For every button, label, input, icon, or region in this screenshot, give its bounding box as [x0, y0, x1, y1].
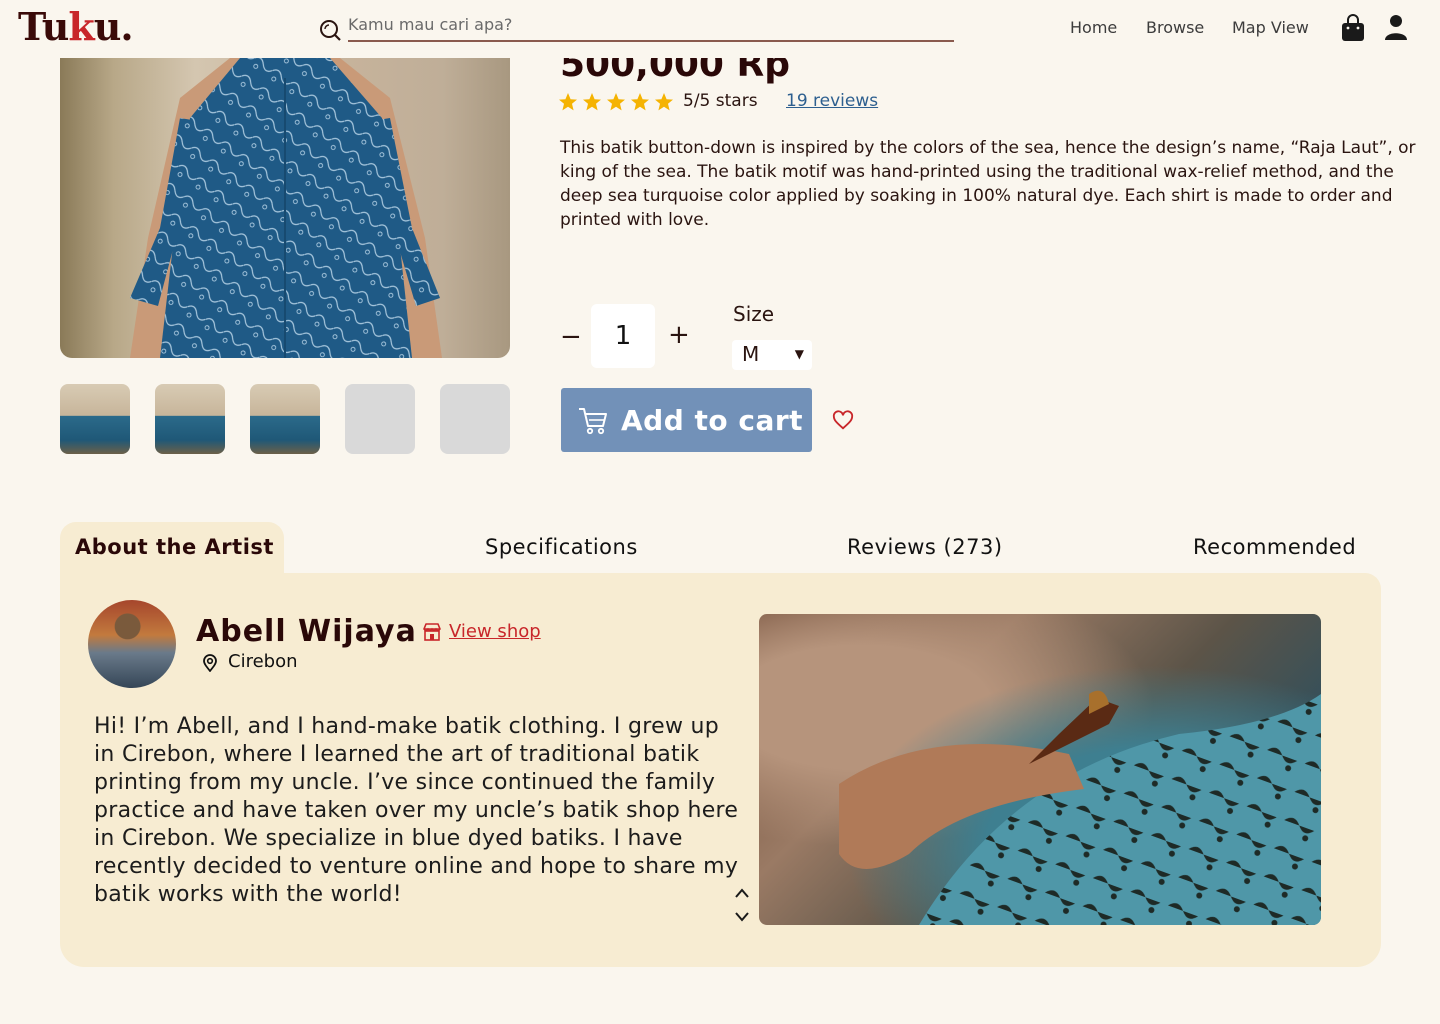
size-value: M [742, 342, 760, 366]
product-thumbnail-1[interactable] [60, 384, 130, 454]
artist-location: Cirebon [228, 651, 298, 672]
size-label: Size [733, 302, 775, 326]
star-icon [655, 93, 673, 111]
batik-shirt-image [130, 58, 442, 358]
star-rating [558, 92, 678, 112]
quantity-decrease-button[interactable]: − [560, 322, 582, 352]
caret-down-icon: ▼ [794, 347, 804, 361]
heart-icon[interactable] [832, 409, 854, 431]
tab-recommended[interactable]: Recommended [1193, 535, 1356, 559]
search-bar [318, 12, 954, 44]
star-icon [607, 93, 625, 111]
view-shop-link[interactable]: View shop [449, 621, 541, 642]
quantity-increase-button[interactable]: + [668, 320, 690, 350]
chevron-up-icon[interactable] [734, 886, 750, 900]
nav-map-view[interactable]: Map View [1232, 18, 1309, 37]
batik-wax-image [839, 690, 1321, 925]
shop-icon[interactable] [422, 622, 442, 642]
quantity-field[interactable]: 1 [591, 304, 655, 368]
tab-about-the-artist[interactable]: About the Artist [75, 535, 274, 559]
header: Tuku. Home Browse Map View [0, 0, 1440, 58]
artist-name: Abell Wijaya [196, 614, 417, 649]
tab-specifications[interactable]: Specifications [485, 535, 638, 559]
user-icon[interactable] [1384, 14, 1408, 40]
star-icon [631, 93, 649, 111]
search-icon[interactable] [318, 18, 342, 42]
tab-reviews[interactable]: Reviews (273) [847, 535, 1003, 559]
nav-browse[interactable]: Browse [1146, 18, 1204, 37]
rating-text: 5/5 stars [683, 91, 758, 111]
product-thumbnail-2[interactable] [155, 384, 225, 454]
logo[interactable]: Tuku. [18, 4, 134, 49]
product-description: This batik button-down is inspired by th… [560, 138, 1416, 230]
artist-bio: Hi! I’m Abell, and I hand-make batik clo… [94, 714, 739, 907]
star-icon [559, 93, 577, 111]
chevron-down-icon[interactable] [734, 910, 750, 924]
add-to-cart-button[interactable]: Add to cart [561, 388, 812, 452]
reviews-link[interactable]: 19 reviews [786, 91, 878, 111]
add-to-cart-label: Add to cart [621, 403, 804, 437]
product-thumbnail-4[interactable] [345, 384, 415, 454]
artist-avatar[interactable] [88, 600, 176, 688]
location-pin-icon [203, 654, 217, 672]
star-icon [583, 93, 601, 111]
nav-home[interactable]: Home [1070, 18, 1117, 37]
artist-batik-process-image [759, 614, 1321, 925]
size-select[interactable]: M ▼ [732, 340, 812, 370]
product-thumbnail-3[interactable] [250, 384, 320, 454]
product-thumbnail-5[interactable] [440, 384, 510, 454]
product-main-image[interactable] [60, 58, 510, 358]
cart-icon [579, 408, 607, 435]
search-input[interactable] [348, 12, 954, 42]
shopping-bag-icon[interactable] [1340, 14, 1366, 42]
